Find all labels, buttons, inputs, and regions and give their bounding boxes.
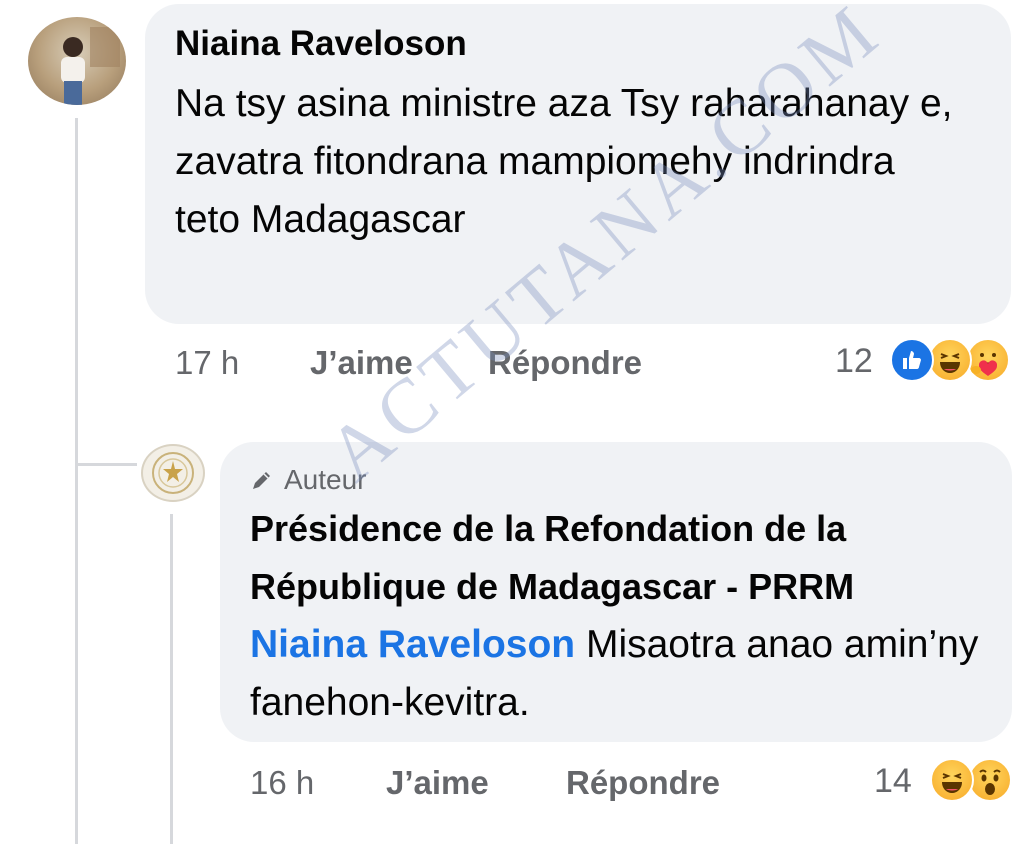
like-icon [890,338,934,382]
care-icon [966,338,1010,382]
reply-timestamp[interactable]: 16 h [250,764,314,802]
reply-reaction-count[interactable]: 14 [874,762,912,801]
comment-author-name[interactable]: Niaina Raveloson [175,24,467,64]
page-logo-icon [152,452,194,494]
thread-line-main [75,118,78,844]
author-badge-label: Auteur [284,464,367,495]
reply-like-label: J’aime [386,764,489,801]
comment-like-button[interactable]: J’aime [310,344,413,382]
author-badge: Auteur [250,464,367,496]
haha-icon [928,338,972,382]
page-avatar[interactable] [141,444,205,502]
thread-line-branch [75,463,137,466]
reply-reply-label: Répondre [566,764,721,801]
reply-reply-button[interactable]: Répondre [566,764,720,802]
mention-link[interactable]: Niaina Raveloson [250,623,575,666]
reply-author-name[interactable]: Présidence de la Refondation de la Répub… [250,500,990,616]
comment-timestamp[interactable]: 17 h [175,344,239,382]
thread-line-reply [170,514,173,844]
comment-reactions[interactable] [890,338,1016,382]
reply-reactions[interactable] [930,758,1016,802]
haha-icon [930,758,974,802]
comment-reply-button[interactable]: Répondre [488,344,642,382]
comment-like-label: J’aime [310,344,413,381]
reply-text: Niaina Raveloson Misaotra anao amin’ny f… [250,616,990,732]
wow-icon [968,758,1012,802]
pencil-icon [253,472,270,489]
comment-reply-label: Répondre [488,344,643,381]
reply-like-button[interactable]: J’aime [386,764,489,802]
comment-reaction-count[interactable]: 12 [835,342,873,381]
profile-photo [61,27,120,105]
comment-text: Na tsy asina ministre aza Tsy raharahana… [175,82,953,241]
avatar[interactable] [28,17,126,105]
